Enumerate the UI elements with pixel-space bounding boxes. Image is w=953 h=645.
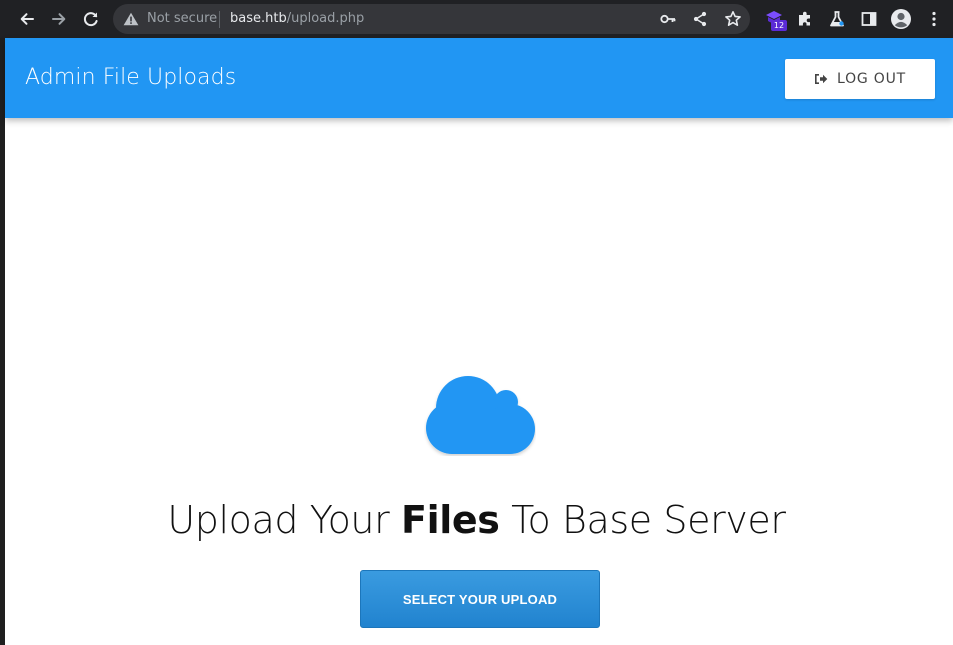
side-panel-icon — [861, 12, 877, 26]
logout-icon — [814, 74, 828, 84]
upload-headline: Upload Your Files To Base Server — [0, 494, 953, 546]
security-status[interactable]: Not secure — [147, 11, 217, 27]
url-text[interactable]: base.htb/upload.php — [230, 11, 364, 27]
warning-icon — [123, 12, 139, 26]
flask-icon — [830, 11, 844, 27]
omnibox-divider — [219, 11, 220, 28]
star-icon — [725, 11, 741, 26]
profile-icon — [891, 9, 911, 29]
browser-toolbar: Not secure base.htb/upload.php 12 — [0, 0, 953, 38]
back-button[interactable] — [15, 7, 39, 31]
cloud-icon — [426, 376, 535, 454]
share-icon — [693, 11, 707, 27]
app-header: Admin File Uploads LOG OUT — [5, 38, 953, 118]
password-key-button[interactable] — [659, 10, 677, 28]
puzzle-icon — [799, 11, 810, 26]
browser-menu-button[interactable] — [923, 8, 945, 30]
back-icon — [20, 13, 34, 25]
share-button[interactable] — [691, 10, 709, 28]
reload-icon — [83, 12, 98, 27]
profile-button[interactable] — [890, 8, 912, 30]
key-icon — [660, 14, 676, 24]
logout-button[interactable]: LOG OUT — [785, 59, 935, 99]
headline-text-start: Upload Your — [167, 498, 402, 542]
forward-icon — [52, 13, 66, 25]
select-upload-button[interactable]: SELECT YOUR UPLOAD — [360, 570, 600, 628]
url-host: base.htb — [230, 11, 287, 26]
labs-button[interactable] — [826, 8, 848, 30]
extension-badge: 12 — [771, 20, 787, 31]
page-title: Admin File Uploads — [25, 65, 237, 90]
side-panel-button[interactable] — [858, 8, 880, 30]
url-path: /upload.php — [286, 11, 365, 26]
reload-button[interactable] — [79, 7, 103, 31]
address-bar[interactable]: Not secure base.htb/upload.php — [113, 4, 750, 34]
menu-icon — [932, 11, 936, 27]
select-upload-label: SELECT YOUR UPLOAD — [402, 591, 558, 607]
bookmark-button[interactable] — [724, 10, 742, 28]
forward-button[interactable] — [47, 7, 71, 31]
logout-label: LOG OUT — [836, 71, 907, 87]
extensions-menu-button[interactable] — [794, 8, 816, 30]
headline-text-bold: Files — [401, 498, 500, 542]
window-left-edge — [0, 38, 5, 645]
headline-text-end: To Base Server — [499, 498, 786, 542]
